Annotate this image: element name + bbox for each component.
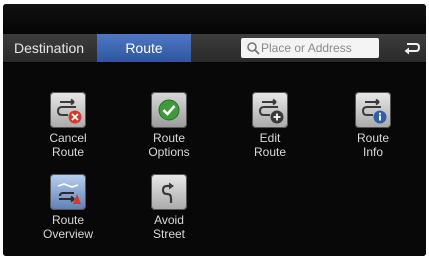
tab-bar: Destination Route: [3, 34, 426, 63]
route-info-label: Route Info: [356, 131, 390, 159]
tab-route[interactable]: Route: [97, 34, 191, 62]
edit-route-icon: [252, 92, 288, 128]
route-overview-button[interactable]: Route Overview: [33, 174, 103, 256]
avoid-street-icon: [151, 174, 187, 210]
route-overview-label: Route Overview: [42, 213, 93, 241]
back-arrow-icon: [399, 36, 423, 60]
tab-destination[interactable]: Destination: [3, 34, 95, 62]
search-box[interactable]: [241, 38, 379, 58]
search-input[interactable]: [261, 39, 373, 57]
edit-route-button[interactable]: Edit Route: [235, 92, 305, 176]
search-icon: [246, 41, 260, 55]
cancel-route-label: Cancel Route: [49, 131, 87, 159]
route-options-label: Route Options: [148, 131, 190, 159]
edit-route-label: Edit Route: [253, 131, 287, 159]
cancel-route-icon: [50, 92, 86, 128]
back-button[interactable]: [399, 36, 423, 60]
avoid-street-button[interactable]: Avoid Street: [134, 174, 204, 256]
route-info-icon: [355, 92, 391, 128]
route-menu: Cancel Route Route Options Edit Route Ro…: [3, 63, 426, 256]
route-info-button[interactable]: Route Info: [338, 92, 408, 176]
cancel-route-button[interactable]: Cancel Route: [33, 92, 103, 176]
navigation-screen: Destination Route Place or Address Cance…: [3, 4, 426, 256]
route-options-icon: [151, 92, 187, 128]
route-options-button[interactable]: Route Options: [134, 92, 204, 176]
avoid-street-label: Avoid Street: [152, 213, 185, 241]
route-overview-icon: [50, 174, 86, 210]
top-bar: [3, 4, 426, 34]
